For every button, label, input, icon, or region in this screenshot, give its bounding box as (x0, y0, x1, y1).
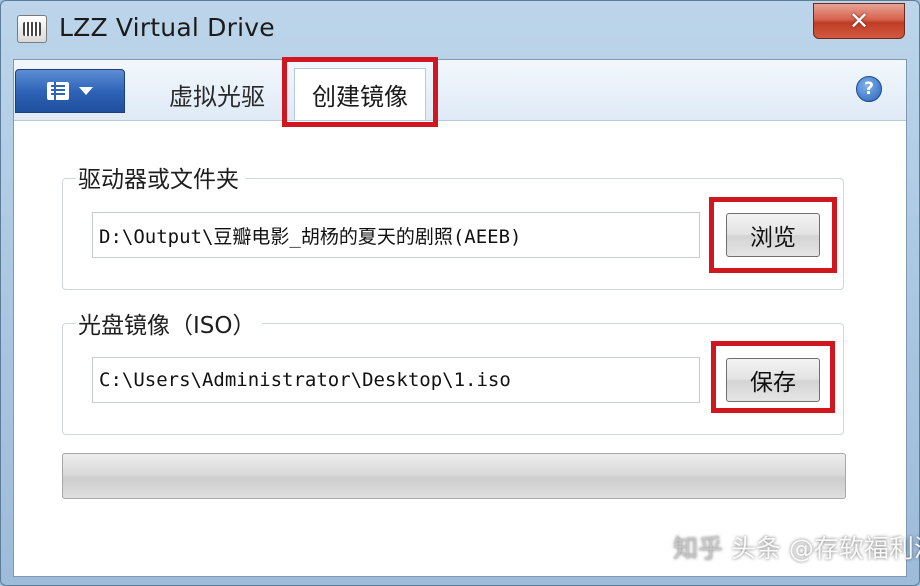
tab-bar: 虚拟光驱 创建镜像 ? (14, 60, 906, 121)
app-window: LZZ Virtual Drive ✕ 虚拟光驱 创建镜像 ? 驱动器或文件夹 … (0, 0, 920, 586)
iso-path-field[interactable]: C:\Users\Administrator\Desktop\1.iso (92, 357, 700, 403)
menu-list-icon (47, 82, 69, 100)
window-title: LZZ Virtual Drive (59, 13, 275, 42)
client-area: 虚拟光驱 创建镜像 ? 驱动器或文件夹 D:\Output\豆瓣电影_胡杨的夏天… (13, 59, 907, 577)
watermark-text: 知乎 头条 @存软福利汇 (673, 529, 920, 565)
title-bar[interactable]: LZZ Virtual Drive ✕ (1, 1, 919, 59)
tab-create-image[interactable]: 创建镜像 (294, 68, 426, 120)
save-button[interactable]: 保存 (726, 358, 820, 402)
help-icon[interactable]: ? (856, 76, 882, 102)
close-icon: ✕ (848, 7, 870, 35)
source-path-field[interactable]: D:\Output\豆瓣电影_胡杨的夏天的剧照(AEEB) (92, 212, 700, 258)
drive-app-icon (17, 15, 47, 43)
tab-virtual-drive[interactable]: 虚拟光驱 (152, 72, 282, 116)
chevron-down-icon (79, 87, 93, 95)
watermark-handle: 头条 @存软福利汇 (730, 534, 920, 563)
close-button[interactable]: ✕ (813, 3, 905, 39)
watermark-prefix: 知乎 (673, 534, 724, 563)
main-menu-button[interactable] (15, 69, 125, 113)
source-group-label: 驱动器或文件夹 (76, 160, 245, 194)
browse-button[interactable]: 浏览 (726, 213, 820, 257)
progress-bar (62, 453, 846, 499)
iso-group-label: 光盘镜像（ISO） (76, 306, 262, 340)
